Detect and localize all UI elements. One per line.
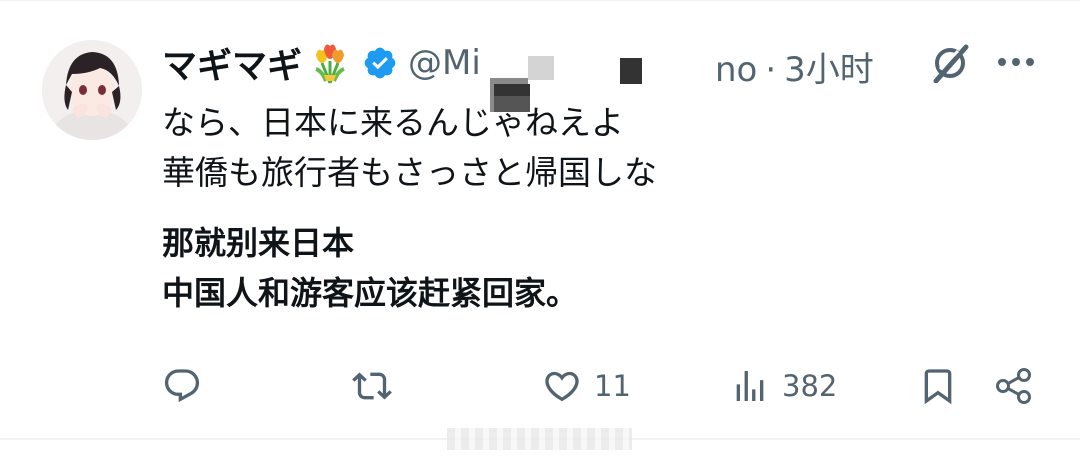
grok-icon[interactable] [930, 43, 970, 84]
translation-line: 中国人和游客应该赶紧回家。 [162, 274, 579, 312]
redaction-block [620, 58, 642, 84]
reply-button[interactable] [162, 362, 202, 410]
separator: · [765, 50, 777, 90]
tweet-text-line: 華僑も旅行者もさっさと帰国しな [162, 153, 657, 192]
tweet: マギマギ @Mit no · 3小时 なら、日本に来るんじゃねえよ 華僑も旅行者… [0, 0, 1080, 467]
reply-icon [164, 369, 200, 403]
divider [0, 0, 1080, 1]
timestamp[interactable]: 3小时 [784, 50, 874, 90]
bookmark-icon [924, 369, 952, 405]
tweet-text-line: なら、日本に来るんじゃねえよ [162, 103, 624, 142]
like-button[interactable]: 11 [542, 362, 631, 410]
verified-badge-icon[interactable] [362, 45, 398, 81]
view-count: 382 [782, 369, 838, 403]
views-icon [736, 371, 764, 401]
watermark [447, 428, 632, 450]
like-count: 11 [594, 369, 631, 403]
share-button[interactable] [994, 362, 1034, 410]
redaction-block [528, 56, 554, 80]
bookmark-button[interactable] [918, 362, 958, 410]
handle-tail: no [715, 50, 758, 90]
repost-button[interactable] [352, 362, 392, 410]
display-name[interactable]: マギマギ [162, 38, 302, 89]
share-icon [996, 368, 1031, 404]
avatar[interactable] [42, 40, 142, 140]
translation-line: 那就别来日本 [162, 224, 355, 262]
more-options-icon[interactable] [996, 52, 1036, 72]
timestamp-group: no · 3小时 [715, 42, 874, 91]
repost-icon [352, 372, 392, 400]
tulip-bouquet-icon [308, 41, 352, 85]
avatar-illustration [42, 40, 142, 140]
views-button[interactable]: 382 [730, 362, 837, 410]
redaction-block [494, 96, 530, 112]
like-icon [545, 371, 579, 402]
redaction-block [490, 56, 528, 78]
